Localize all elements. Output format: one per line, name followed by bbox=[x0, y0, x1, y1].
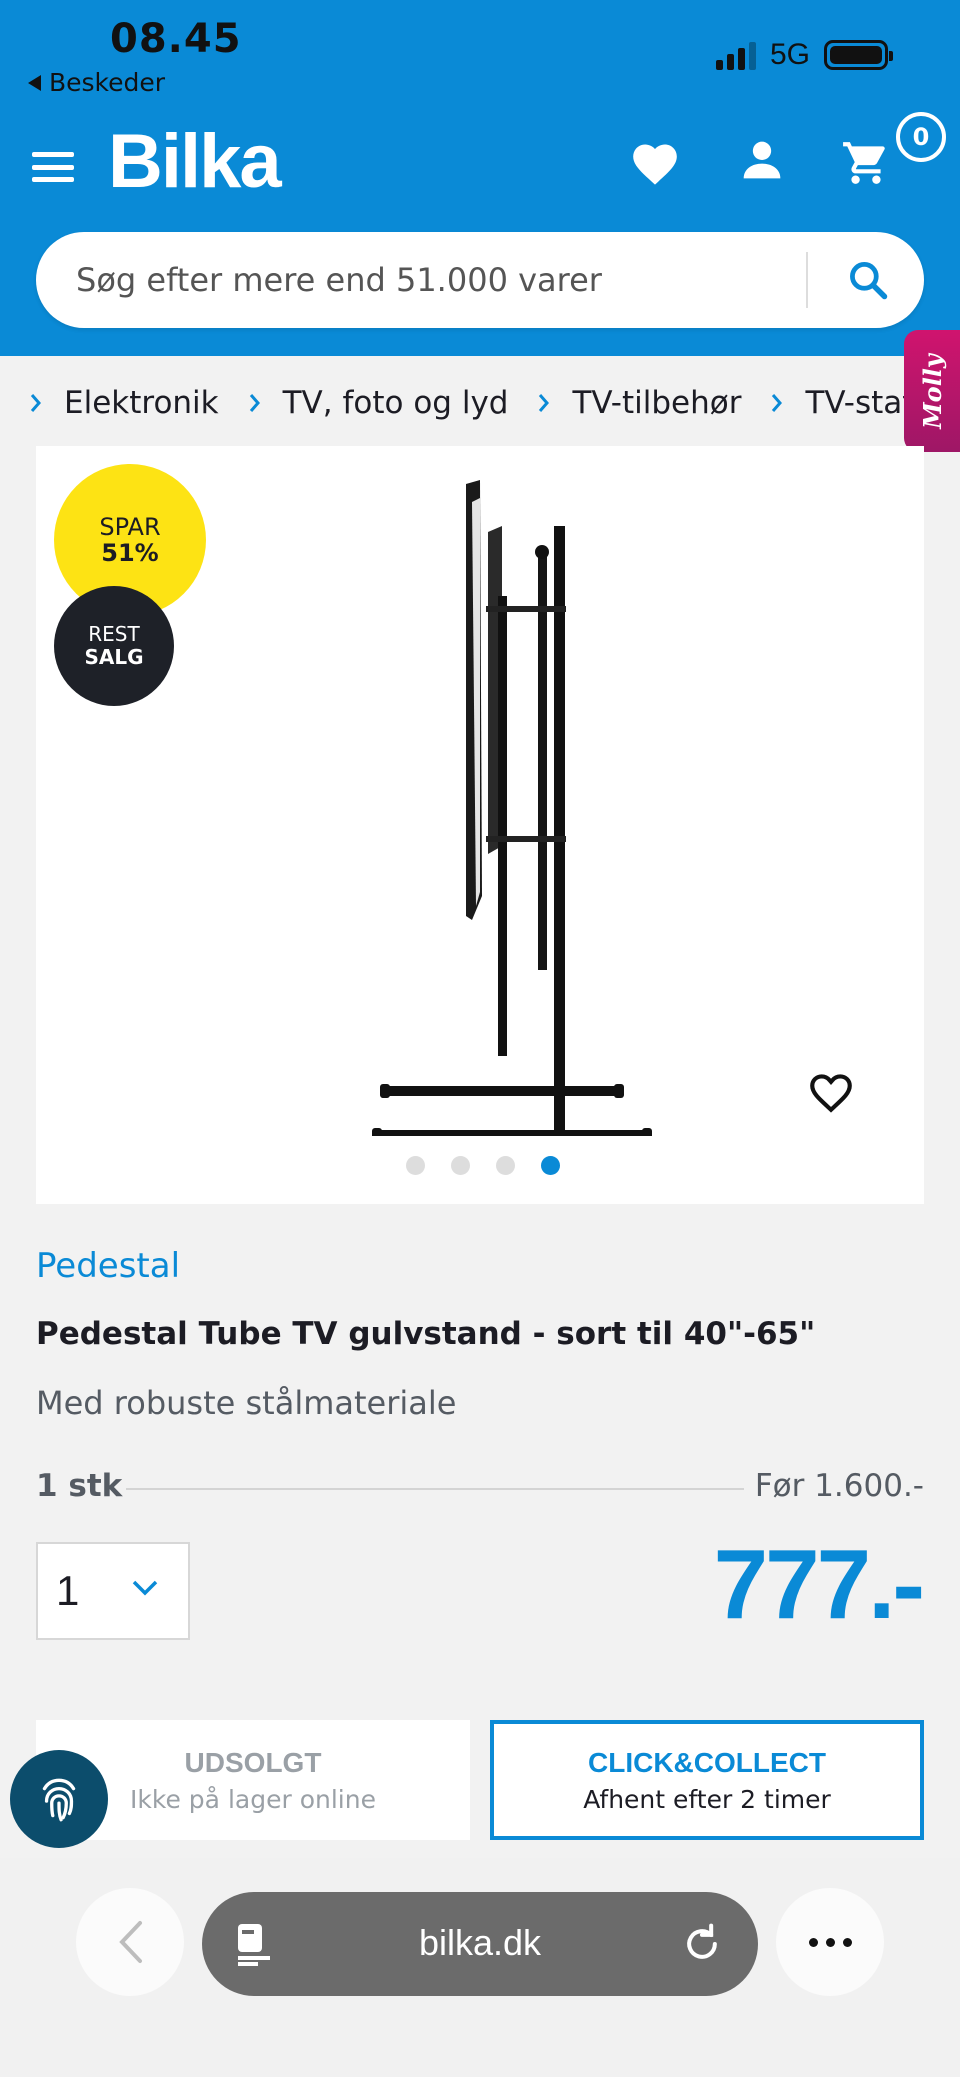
product-subtitle: Med robuste stålmateriale bbox=[36, 1384, 457, 1422]
status-time: 08.45 bbox=[110, 16, 242, 62]
back-arrow-icon bbox=[28, 74, 41, 91]
cart-count-badge[interactable]: 0 bbox=[896, 112, 946, 162]
quantity-value: 1 bbox=[56, 1567, 80, 1614]
breadcrumb-item[interactable]: Elektronik bbox=[30, 385, 219, 421]
price-before: Før 1.600.- bbox=[754, 1468, 924, 1504]
product-photo bbox=[372, 480, 652, 1136]
network-type: 5G bbox=[769, 38, 810, 71]
quantity-select[interactable]: 1 bbox=[36, 1542, 190, 1640]
carousel-dots bbox=[406, 1156, 560, 1175]
back-to-app[interactable]: Beskeder bbox=[28, 68, 165, 97]
site-header: 08.45 Beskeder 5G Bilka 0 bbox=[0, 0, 960, 356]
carousel-dot-active[interactable] bbox=[541, 1156, 560, 1175]
more-options-button[interactable] bbox=[776, 1888, 884, 1996]
carousel-dot[interactable] bbox=[406, 1156, 425, 1175]
browser-toolbar: bilka.dk bbox=[0, 1858, 960, 2077]
browser-back-button[interactable] bbox=[76, 1888, 184, 1996]
carousel-dot[interactable] bbox=[496, 1156, 515, 1175]
product-title: Pedestal Tube TV gulvstand - sort til 40… bbox=[36, 1316, 816, 1352]
breadcrumb-item[interactable]: TV-tilbehør bbox=[538, 385, 741, 421]
carousel-dot[interactable] bbox=[451, 1156, 470, 1175]
molly-assistant-tab[interactable]: Molly bbox=[904, 330, 960, 452]
heart-outline-icon bbox=[810, 1074, 852, 1113]
breadcrumb-item[interactable]: TV, foto og lyd bbox=[249, 385, 508, 421]
product-category-link[interactable]: Pedestal bbox=[36, 1246, 180, 1286]
chevron-right-icon bbox=[539, 394, 550, 412]
search-divider bbox=[806, 252, 808, 308]
battery-icon bbox=[824, 40, 893, 70]
reload-icon bbox=[687, 1923, 717, 1959]
url-text: bilka.dk bbox=[418, 1922, 542, 1963]
cart-icon[interactable] bbox=[840, 138, 892, 192]
click-and-collect-button[interactable]: CLICK&COLLECT Afhent efter 2 timer bbox=[490, 1720, 924, 1840]
divider bbox=[126, 1488, 744, 1490]
chevron-right-icon bbox=[249, 394, 260, 412]
bilka-logo[interactable]: Bilka bbox=[108, 118, 282, 205]
search-icon bbox=[850, 262, 888, 300]
back-label: Beskeder bbox=[49, 68, 166, 97]
search-button[interactable] bbox=[836, 248, 900, 312]
menu-icon[interactable] bbox=[32, 152, 74, 182]
clearance-badge: REST SALG bbox=[54, 586, 174, 706]
chevron-down-icon bbox=[132, 1580, 158, 1596]
signal-icon bbox=[715, 40, 756, 70]
search-input[interactable] bbox=[76, 254, 816, 306]
chevron-left-icon bbox=[119, 1921, 142, 1963]
chevron-right-icon bbox=[30, 394, 41, 412]
chevron-right-icon bbox=[772, 394, 783, 412]
status-indicators: 5G bbox=[715, 38, 893, 72]
favorites-heart-icon[interactable] bbox=[628, 138, 682, 190]
address-bar[interactable]: bilka.dk bbox=[202, 1892, 758, 1996]
product-unit: 1 stk bbox=[36, 1468, 123, 1504]
fingerprint-icon[interactable] bbox=[10, 1750, 108, 1848]
account-user-icon[interactable] bbox=[740, 138, 784, 186]
product-price: 777.- bbox=[713, 1529, 925, 1639]
search-bar bbox=[36, 232, 924, 328]
breadcrumb: Elektronik TV, foto og lyd TV-tilbehør T… bbox=[0, 370, 960, 436]
add-to-favorites-button[interactable] bbox=[806, 1068, 856, 1118]
product-image-carousel[interactable]: SPAR 51% REST SALG bbox=[36, 446, 924, 1204]
